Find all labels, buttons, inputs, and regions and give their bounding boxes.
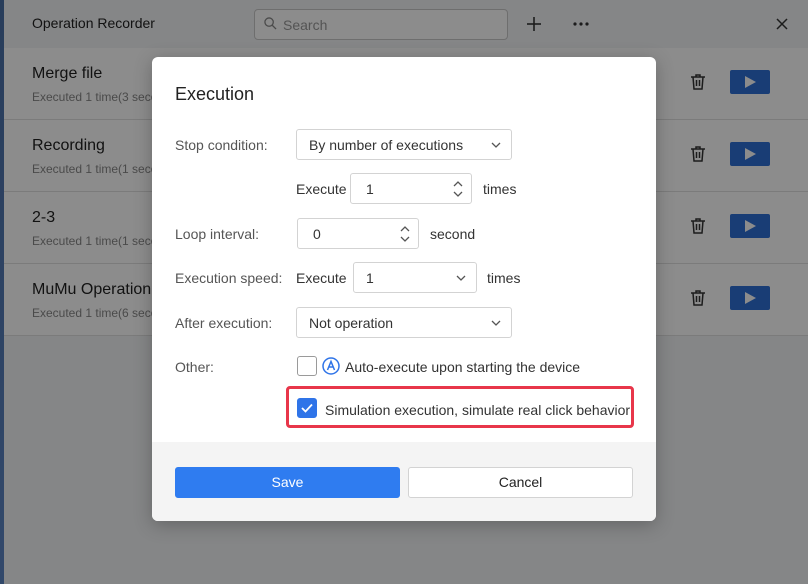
save-button[interactable]: Save	[175, 467, 400, 498]
execution-speed-select[interactable]: 1	[353, 262, 477, 293]
execute-count-stepper[interactable]: 1	[350, 173, 472, 204]
chevron-down-icon	[491, 142, 501, 148]
execution-speed-prefix: Execute	[296, 270, 347, 286]
execute-count-unit: times	[483, 181, 517, 197]
chevron-down-icon	[491, 320, 501, 326]
after-execution-label: After execution:	[175, 315, 273, 331]
auto-start-icon	[322, 357, 340, 375]
auto-execute-label: Auto-execute upon starting the device	[345, 359, 581, 375]
dialog-title: Execution	[175, 84, 255, 104]
stop-condition-select[interactable]: By number of executions	[296, 129, 512, 160]
stop-condition-value: By number of executions	[309, 137, 464, 153]
execution-speed-label: Execution speed:	[175, 270, 283, 286]
execute-count-label: Execute	[296, 181, 347, 197]
check-icon	[301, 403, 313, 413]
auto-execute-checkbox[interactable]	[297, 356, 317, 376]
simulation-checkbox[interactable]	[297, 398, 317, 418]
after-execution-value: Not operation	[309, 315, 394, 331]
loop-interval-label: Loop interval:	[175, 226, 260, 242]
loop-interval-stepper[interactable]: 0	[297, 218, 419, 249]
simulation-label: Simulation execution, simulate real clic…	[325, 402, 631, 418]
stop-condition-label: Stop condition:	[175, 137, 268, 153]
execution-speed-unit: times	[487, 270, 521, 286]
stepper-arrows-icon[interactable]	[451, 179, 465, 199]
execute-count-value: 1	[366, 181, 374, 197]
stepper-arrows-icon[interactable]	[398, 224, 412, 244]
loop-interval-value: 0	[313, 226, 321, 242]
execution-speed-value: 1	[366, 270, 374, 286]
chevron-down-icon	[456, 275, 466, 281]
dialog-footer: Save Cancel	[152, 442, 656, 521]
cancel-button[interactable]: Cancel	[408, 467, 633, 498]
loop-interval-unit: second	[430, 226, 476, 242]
after-execution-select[interactable]: Not operation	[296, 307, 512, 338]
other-label: Other:	[175, 359, 214, 375]
execution-dialog: Execution Stop condition: By number of e…	[152, 57, 656, 521]
